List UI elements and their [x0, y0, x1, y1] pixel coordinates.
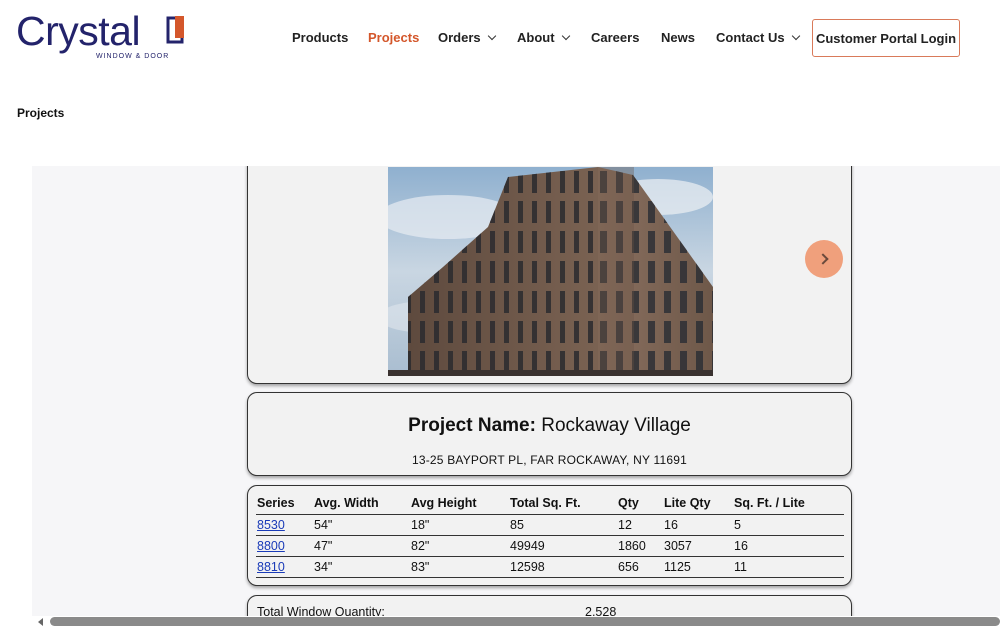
carousel-next-button[interactable]: [805, 240, 843, 278]
chevron-down-icon: [561, 31, 570, 41]
table-cell: 49949: [509, 535, 617, 557]
nav-item-label: Products: [292, 30, 349, 45]
scrollbar-thumb[interactable]: [50, 617, 1000, 626]
project-name: Rockaway Village: [541, 415, 691, 436]
table-header-row: Series Avg. Width Avg Height Total Sq. Ft. Q…: [256, 494, 844, 515]
series-table-card: Series Avg. Width Avg Height Total Sq. Ft. Q…: [247, 485, 852, 586]
project-image-card: [247, 166, 852, 384]
column-header: Series: [256, 494, 313, 515]
series-table: Series Avg. Width Avg Height Total Sq. Ft. Q…: [256, 494, 844, 578]
table-row: 8810 34" 83" 12598 656 1125 11: [256, 556, 844, 578]
table-cell: 85: [509, 514, 617, 536]
column-header: Avg Height: [410, 494, 509, 515]
horizontal-scrollbar[interactable]: [0, 616, 1000, 628]
series-link[interactable]: 8530: [257, 518, 285, 532]
project-address: 13-25 BAYPORT PL, FAR ROCKAWAY, NY 11691: [411, 453, 687, 467]
table-body: 8530 54" 18" 85 12 16 5 8800 47" 82" 49949 1860 3057…: [256, 514, 844, 578]
column-header: Qty: [617, 494, 663, 515]
building-photo-image: [388, 167, 713, 376]
table-cell: 11: [733, 556, 844, 578]
project-info-card: Project Name: Rockaway Village 13-25 BAY…: [247, 392, 852, 476]
table-cell: 16: [733, 535, 844, 557]
table-cell: 656: [617, 556, 663, 578]
table-cell: 1125: [663, 556, 733, 578]
nav-item-orders[interactable]: Orders: [438, 30, 496, 45]
site-header: Crystal WINDOW & DOOR Products Projects Or…: [0, 0, 1000, 80]
nav-item-about[interactable]: About: [517, 30, 570, 45]
project-photo: [388, 167, 713, 376]
column-header: Lite Qty: [663, 494, 733, 515]
nav-item-careers[interactable]: Careers: [591, 30, 639, 45]
table-cell: 54": [313, 514, 410, 536]
nav-item-label: About: [517, 30, 555, 45]
table-row: 8800 47" 82" 49949 1860 3057 16: [256, 535, 844, 557]
totals-card: Total Window Quantity: 2,528: [247, 595, 852, 616]
customer-portal-login-button[interactable]: Customer Portal Login: [812, 19, 960, 57]
table-cell: 83": [410, 556, 509, 578]
table-cell: 16: [663, 514, 733, 536]
total-window-quantity-label: Total Window Quantity:: [257, 605, 385, 616]
table-cell: 8800: [256, 535, 313, 557]
table-cell: 3057: [663, 535, 733, 557]
table-row: 8530 54" 18" 85 12 16 5: [256, 514, 844, 536]
total-window-quantity-value: 2,528: [585, 605, 617, 616]
project-content: Project Name: Rockaway Village 13-25 BAY…: [32, 166, 1000, 616]
nav-item-label: News: [661, 30, 695, 45]
table-cell: 34": [313, 556, 410, 578]
table-cell: 1860: [617, 535, 663, 557]
table-cell: 8810: [256, 556, 313, 578]
nav-item-products[interactable]: Products: [292, 30, 348, 45]
logo-tagline: WINDOW & DOOR: [96, 53, 170, 60]
nav-item-contact-us[interactable]: Contact Us: [716, 30, 800, 45]
nav-item-projects[interactable]: Projects: [368, 30, 419, 45]
series-link[interactable]: 8810: [257, 560, 285, 574]
column-header: Total Sq. Ft.: [509, 494, 617, 515]
chevron-down-icon: [487, 31, 496, 41]
table-cell: 82": [410, 535, 509, 557]
table-cell: 12: [617, 514, 663, 536]
series-link[interactable]: 8800: [257, 539, 285, 553]
nav-item-label: Contact Us: [716, 30, 785, 45]
table-cell: 5: [733, 514, 844, 536]
table-cell: 18": [410, 514, 509, 536]
table-cell: 47": [313, 535, 410, 557]
nav-item-label: Projects: [368, 30, 420, 45]
chevron-down-icon: [791, 31, 800, 41]
nav-item-label: Careers: [591, 30, 640, 45]
project-name-label: Project Name:: [408, 415, 536, 436]
nav-item-news[interactable]: News: [661, 30, 695, 45]
scroll-left-arrow-icon[interactable]: [38, 618, 43, 626]
page-title: Projects: [17, 106, 65, 120]
table-cell: 12598: [509, 556, 617, 578]
table-cell: 8530: [256, 514, 313, 536]
nav-item-label: Orders: [438, 30, 481, 45]
column-header: Avg. Width: [313, 494, 410, 515]
project-name-heading: Project Name: Rockaway Village: [248, 415, 851, 437]
column-header: Sq. Ft. / Lite: [733, 494, 844, 515]
chevron-right-icon: [816, 253, 829, 265]
